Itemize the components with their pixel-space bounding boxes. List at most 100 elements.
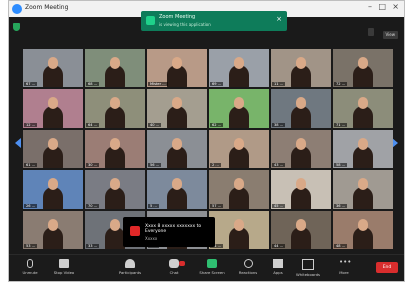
end-meeting-button[interactable]: End [376, 262, 398, 273]
participant-name: 61 ... [24, 163, 38, 168]
participant-video-tile[interactable]: 70 ... [85, 170, 145, 209]
whiteboards-button[interactable]: Whiteboards [291, 259, 325, 277]
participant-video-tile[interactable]: 58 ... [333, 129, 393, 169]
participant-face [110, 218, 120, 231]
participant-video-tile[interactable]: 12 ... [23, 89, 83, 128]
participant-video-tile[interactable]: 71 ... [333, 89, 393, 128]
close-icon[interactable]: × [392, 2, 399, 11]
view-button[interactable]: View [382, 31, 398, 39]
participant-face [172, 137, 182, 150]
participant-video-tile[interactable]: 69 ... [209, 49, 269, 88]
participant-video-tile[interactable]: 72 ... [333, 49, 393, 88]
participant-name: 38 ... [272, 122, 286, 127]
participant-video-tile[interactable]: 2 ... [209, 129, 269, 169]
participant-video-tile[interactable]: 31 ... [209, 210, 269, 249]
participant-video-tile[interactable]: 68 ... [85, 49, 145, 88]
security-shield-icon[interactable] [13, 23, 20, 31]
participant-name: 43 ... [272, 163, 286, 168]
participant-video-tile[interactable]: 61 ... [23, 129, 83, 169]
window-title: Zoom Meeting [25, 4, 69, 11]
participant-face [358, 137, 368, 150]
participant-name: 11 ... [272, 82, 286, 87]
participant-face [358, 178, 368, 191]
banner-close-icon[interactable]: × [276, 15, 282, 23]
participant-face [358, 57, 368, 69]
participant-name: 36 ... [334, 203, 348, 208]
participant-face [110, 178, 120, 191]
zoom-window: Zoom Meeting – □ × Zoom Meeting is viewi… [8, 0, 405, 282]
reactions-button[interactable]: Reactions [231, 259, 265, 275]
participant-face [110, 57, 120, 69]
participant-video-tile[interactable]: 67 ... [23, 49, 83, 88]
view-controls: View [365, 21, 398, 40]
participant-video-tile[interactable]: 62 ... [209, 89, 269, 128]
participant-face [48, 57, 58, 69]
participant-name: 26 ... [24, 203, 38, 208]
chat-notification-text: Xxxxx [145, 236, 158, 241]
participant-name: 72 ... [334, 82, 348, 87]
participant-silhouette [43, 105, 63, 128]
participant-name: 33 ... [86, 243, 100, 248]
participant-face [234, 57, 244, 69]
minimize-icon[interactable]: – [368, 2, 372, 11]
reactions-icon [243, 259, 253, 268]
participants-icon [125, 259, 135, 268]
participant-video-tile[interactable]: 11 ... [271, 49, 331, 88]
unmute-button[interactable]: Unmute [13, 259, 47, 275]
participant-video-tile[interactable]: 30 ... [85, 129, 145, 169]
participant-video-tile[interactable]: 44 ... [271, 210, 331, 249]
apps-icon [273, 259, 283, 268]
participant-face [48, 137, 58, 150]
participant-name: 68 ... [86, 82, 100, 87]
participant-name: 53 ... [24, 243, 38, 248]
whiteboard-icon [302, 259, 314, 270]
participant-video-tile[interactable]: 56 ... [147, 129, 207, 169]
fullscreen-button[interactable] [368, 28, 375, 36]
participant-face [234, 137, 244, 150]
participant-video-tile[interactable]: 48 ... [333, 210, 393, 249]
share-app-icon [146, 16, 155, 25]
participant-name: 12 ... [24, 122, 38, 127]
participant-name: 62 ... [210, 122, 224, 127]
chat-notification-title: Xxxx 8 xxxxx xxxxxxx to Everyone [145, 224, 202, 234]
participant-video-tile[interactable]: 26 ... [23, 170, 83, 209]
participant-face [358, 218, 368, 231]
apps-button[interactable]: Apps [261, 259, 295, 275]
chat-notification[interactable]: Xxxx 8 xxxxx xxxxxxx to Everyone Xxxxx [123, 217, 215, 247]
participant-face [234, 218, 244, 231]
participant-name: 48 ... [334, 243, 348, 248]
participant-video-tile[interactable]: Mister ... [147, 49, 207, 88]
participant-name: 44 ... [272, 243, 286, 248]
share-screen-button[interactable]: Share Screen [195, 259, 229, 275]
participant-name: 71 ... [334, 122, 348, 127]
chat-sender-avatar-icon [130, 226, 140, 236]
participant-name: 45 ... [272, 203, 286, 208]
stop-video-button[interactable]: Stop Video [47, 259, 81, 275]
more-button[interactable]: ••• More [327, 259, 361, 276]
participant-video-tile[interactable]: 38 ... [271, 89, 331, 128]
participant-silhouette [229, 105, 249, 128]
participants-button[interactable]: Participants [113, 259, 147, 275]
previous-page-arrow-icon[interactable] [15, 138, 21, 148]
participant-video-tile[interactable]: 64 ... [85, 89, 145, 128]
share-screen-icon [207, 259, 217, 268]
participant-name: 57 ... [210, 203, 224, 208]
participant-name: 2 ... [210, 163, 221, 168]
meeting-toolbar: Unmute Stop Video Participants Chat Shar… [9, 254, 404, 281]
participant-name: 30 ... [86, 163, 100, 168]
chat-button[interactable]: Chat [157, 259, 191, 275]
participant-video-tile[interactable]: 5 ... [147, 170, 207, 209]
zoom-app-icon [12, 4, 22, 14]
participant-name: 58 ... [334, 163, 348, 168]
participant-video-tile[interactable]: 40 ... [147, 89, 207, 128]
participant-video-tile[interactable]: 45 ... [271, 170, 331, 209]
participant-name: 40 ... [148, 122, 162, 127]
participant-video-tile[interactable]: 36 ... [333, 170, 393, 209]
maximize-icon[interactable]: □ [378, 2, 386, 11]
video-camera-icon [59, 259, 69, 268]
participant-video-tile[interactable]: 43 ... [271, 129, 331, 169]
participant-face [234, 178, 244, 191]
participant-video-tile[interactable]: 57 ... [209, 170, 269, 209]
banner-subtitle: is viewing this application [159, 22, 211, 27]
participant-video-tile[interactable]: 53 ... [23, 210, 83, 249]
